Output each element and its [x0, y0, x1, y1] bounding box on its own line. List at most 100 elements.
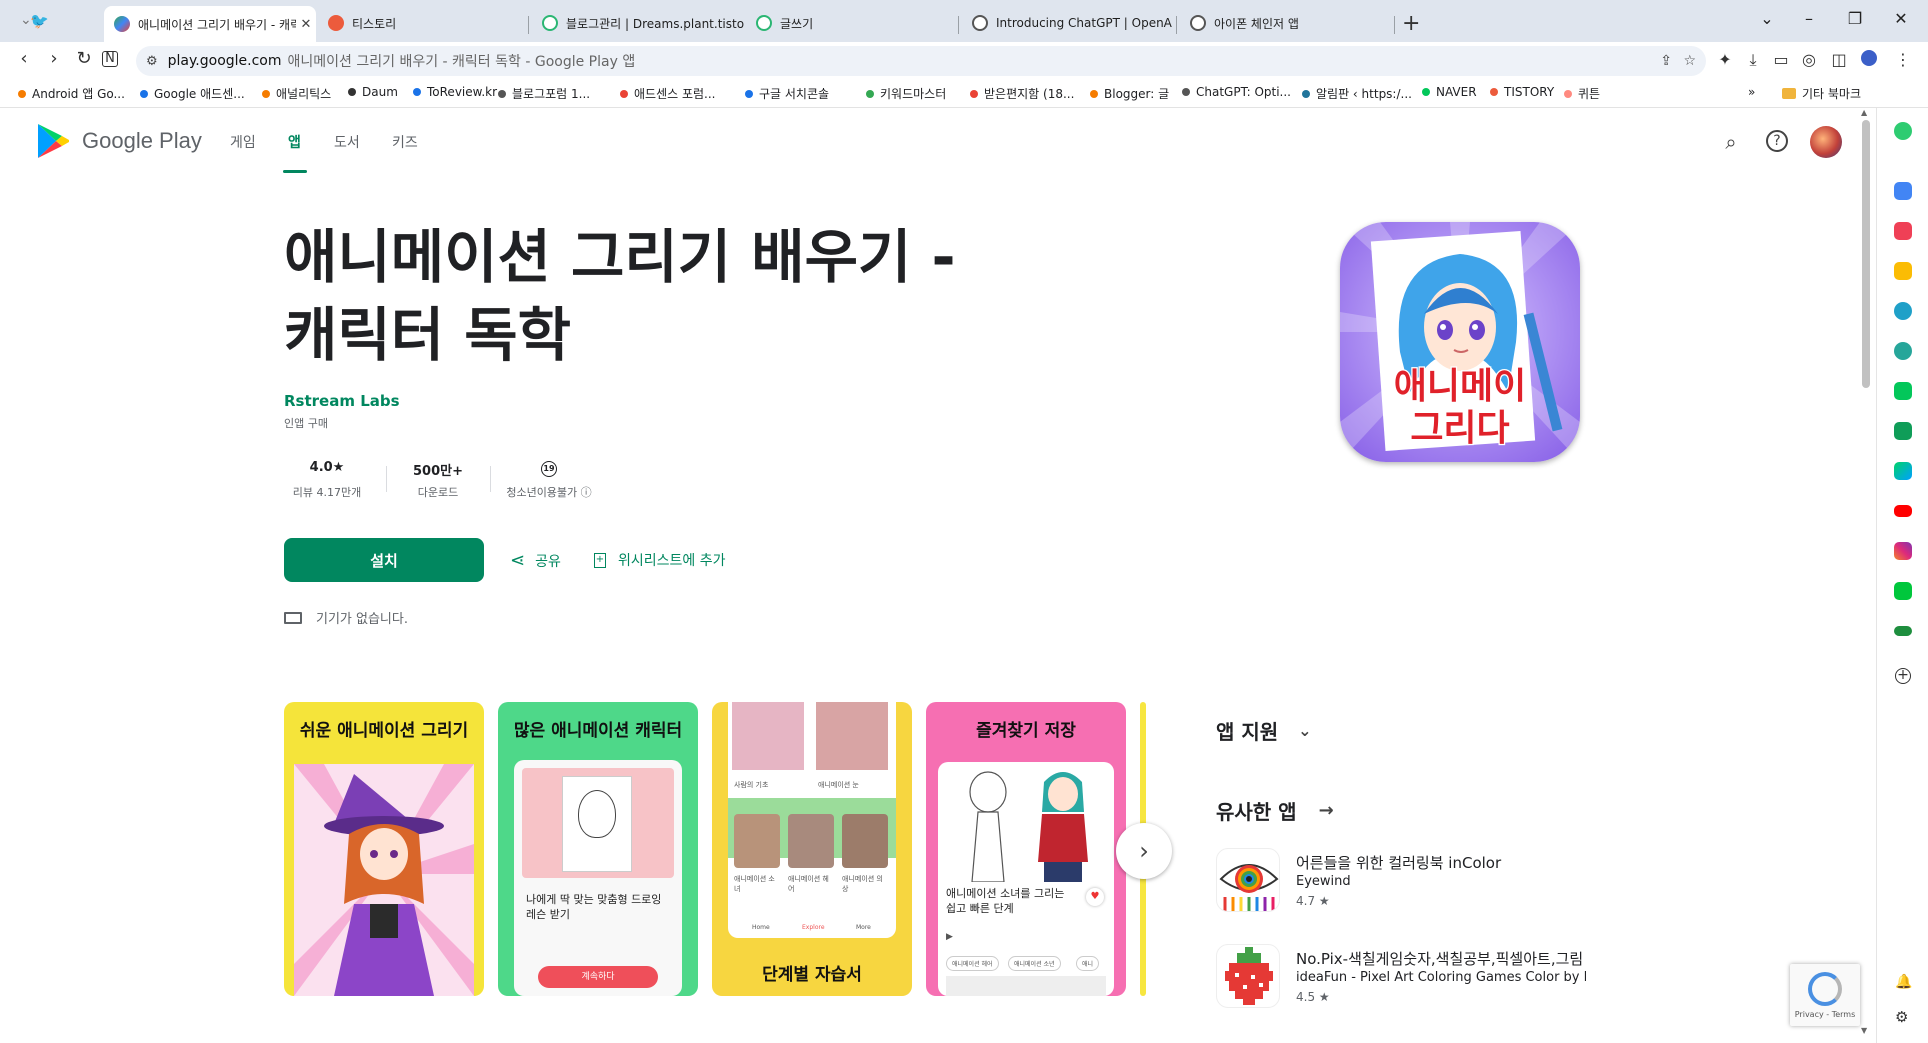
bookmarks-overflow-button[interactable]: »	[1748, 85, 1755, 99]
bookmark-star-icon[interactable]: ☆	[1683, 53, 1696, 69]
content-rating-stat[interactable]: 19 청소년이용불가 ⓘ	[496, 460, 602, 500]
side-panel-youtube-icon[interactable]	[1894, 505, 1912, 517]
openai-favicon	[972, 15, 988, 31]
google-play-logo[interactable]: Google Play	[36, 122, 202, 160]
notifications-icon[interactable]: 🔔	[1895, 974, 1912, 990]
tab[interactable]: 아이폰 체인저 앱	[1180, 8, 1390, 38]
tab[interactable]: 티스토리	[318, 8, 528, 38]
side-panel-edge-icon[interactable]	[1894, 302, 1912, 320]
share-button[interactable]: ⋖ 공유	[510, 550, 561, 571]
screenshot-icon[interactable]: ◎	[1798, 50, 1820, 69]
developer-link[interactable]: Rstream Labs	[284, 392, 400, 410]
side-panel-green-bag-icon[interactable]	[1894, 582, 1912, 600]
side-panel-play-icon[interactable]	[1894, 462, 1912, 480]
notion-extension-icon[interactable]: N	[102, 51, 118, 67]
bookmark-label: ChatGPT: Opti...	[1196, 85, 1291, 99]
nav-books[interactable]: 도서	[334, 132, 360, 152]
recaptcha-links: Privacy - Terms	[1794, 1010, 1856, 1019]
bookmark-item[interactable]: Google 애드센...	[140, 85, 245, 102]
tab[interactable]: 글쓰기	[746, 8, 956, 38]
side-panel-green-app-icon[interactable]	[1894, 422, 1912, 440]
profile-icon[interactable]	[1858, 50, 1880, 70]
bookmark-item[interactable]: 받은편지함 (18...	[970, 85, 1074, 102]
bookmark-item[interactable]: ToReview.kr	[413, 85, 497, 99]
bookmark-item[interactable]: 퀴튼	[1564, 85, 1600, 102]
back-button[interactable]: ‹	[12, 48, 36, 69]
bookmark-item[interactable]: 애드센스 포럼...	[620, 85, 716, 102]
screenshot-4[interactable]: 즐겨찾기 저장 애니메이션 소녀를 그리는 쉽고 빠른 단계 ♥ ▶ 애니메이션…	[926, 702, 1126, 996]
lesson-text: 나에게 딱 맞는 맞춤형 드로잉 레슨 받기	[526, 893, 662, 921]
new-tab-button[interactable]: +	[1402, 11, 1420, 36]
similar-apps-heading[interactable]: 유사한 앱 →	[1216, 796, 1334, 825]
settings-icon[interactable]: ⚙	[1895, 1008, 1908, 1026]
nav-kids[interactable]: 키즈	[392, 132, 418, 152]
close-tab-icon[interactable]: ✕	[296, 17, 316, 32]
side-panel-pocket-icon[interactable]	[1894, 222, 1912, 240]
side-panel-star-icon[interactable]	[1894, 262, 1912, 280]
tab-separator	[528, 16, 529, 34]
screenshot-caption: 단계별 자습서	[762, 965, 862, 985]
app-icon-text-1: 애니메이	[1394, 366, 1526, 407]
bookmark-item[interactable]: ChatGPT: Opti...	[1182, 85, 1291, 99]
bookmark-item[interactable]: NAVER	[1422, 85, 1477, 99]
other-bookmarks-folder[interactable]: 기타 북마크	[1782, 85, 1861, 102]
side-panel-add-icon[interactable]: +	[1895, 668, 1911, 684]
bookmark-item[interactable]: 블로그포럼 1...	[498, 85, 590, 102]
close-window-button[interactable]: ✕	[1886, 9, 1916, 28]
wishlist-button[interactable]: + 위시리스트에 추가	[594, 550, 726, 570]
screenshot-3[interactable]: 사람의 기초 애니메이션 눈 애니메이션 소녀 애니메이션 헤어 애니메이션 의…	[712, 702, 912, 996]
tab[interactable]: 블로그관리 | Dreams.plant.tistory	[532, 8, 744, 38]
minimize-button[interactable]: –	[1794, 9, 1824, 28]
screen-record-icon[interactable]: ▭	[1770, 50, 1792, 69]
share-page-icon[interactable]: ⇪	[1660, 53, 1672, 69]
app-support-section[interactable]: 앱 지원 ⌄	[1216, 716, 1312, 745]
install-button[interactable]: 설치	[284, 538, 484, 582]
help-icon[interactable]: ?	[1766, 130, 1788, 152]
similar-app-item[interactable]: No.Pix-색칠게임숫자,색칠공부,픽셀아트,그림 ideaFun - Pix…	[1216, 944, 1586, 1014]
side-panel-calendar-icon[interactable]	[1894, 182, 1912, 200]
scroll-up-arrow-icon[interactable]: ▲	[1861, 108, 1867, 117]
side-panel-icon[interactable]: ◫	[1828, 50, 1850, 69]
reload-button[interactable]: ↻	[72, 48, 96, 69]
bookmark-item[interactable]: 애널리틱스	[262, 85, 331, 102]
screenshot-2[interactable]: 많은 애니메이션 캐릭터 나에게 딱 맞는 맞춤형 드로잉 레슨 받기 계속하다	[498, 702, 698, 996]
similar-app-item[interactable]: 어른들을 위한 컬러링북 inColor Eyewind 4.7 ★	[1216, 848, 1576, 918]
side-panel-naver-icon[interactable]	[1894, 382, 1912, 400]
site-info-icon[interactable]: ⚙	[146, 54, 158, 69]
extensions-icon[interactable]: ✦	[1714, 50, 1736, 69]
screenshot-1[interactable]: 쉬운 애니메이션 그리기	[284, 702, 484, 996]
bookmark-item[interactable]: Daum	[348, 85, 398, 99]
bookmark-item[interactable]: 키워드마스터	[866, 85, 946, 102]
side-panel-instagram-icon[interactable]	[1894, 542, 1912, 560]
scroll-down-arrow-icon[interactable]: ▼	[1861, 1026, 1867, 1035]
bookmark-item[interactable]: 알림판 ‹ https:/...	[1302, 85, 1412, 102]
address-bar[interactable]: ⚙ play.google.com 애니메이션 그리기 배우기 - 캐릭터 독학…	[136, 46, 1706, 76]
side-panel-teal-icon[interactable]	[1894, 342, 1912, 360]
page-scrollbar-thumb[interactable]	[1862, 120, 1870, 388]
browser-toolbar: ‹ › ↻ N ⚙ play.google.com 애니메이션 그리기 배우기 …	[0, 42, 1928, 80]
tab-search-button[interactable]: ⌄	[1752, 9, 1782, 28]
recaptcha-badge[interactable]: Privacy - Terms	[1790, 964, 1860, 1026]
menu-icon[interactable]: ⋮	[1892, 50, 1914, 69]
bookmark-label: Daum	[362, 85, 398, 99]
side-panel-green-circle-icon[interactable]	[1894, 122, 1912, 140]
bottom-nav-home: Home	[752, 924, 770, 931]
phone-frame: 나에게 딱 맞는 맞춤형 드로잉 레슨 받기 계속하다	[514, 760, 682, 996]
bookmark-item[interactable]: TISTORY	[1490, 85, 1554, 99]
nav-apps[interactable]: 앱	[288, 132, 301, 152]
account-avatar[interactable]	[1810, 126, 1842, 158]
search-icon[interactable]: ⌕	[1718, 130, 1744, 154]
bookmark-item[interactable]: Android 앱 Go...	[18, 85, 125, 102]
forward-button[interactable]: ›	[42, 48, 66, 69]
bookmark-label: 애널리틱스	[276, 87, 332, 101]
tab-active[interactable]: 애니메이션 그리기 배우기 - 캐릭 ✕	[104, 6, 316, 42]
side-panel-chart-icon[interactable]	[1894, 626, 1912, 636]
rating-stat[interactable]: 4.0★ 리뷰 4.17만개	[282, 460, 372, 500]
download-icon[interactable]: ⤓	[1742, 50, 1764, 70]
bookmark-item[interactable]: 구글 서치콘솔	[745, 85, 829, 102]
bookmark-item[interactable]: Blogger: 글	[1090, 85, 1169, 102]
carousel-next-button[interactable]: ›	[1116, 823, 1172, 879]
restore-button[interactable]: ❐	[1840, 9, 1870, 28]
nav-games[interactable]: 게임	[230, 132, 256, 152]
tab[interactable]: Introducing ChatGPT | OpenAI	[962, 8, 1172, 38]
